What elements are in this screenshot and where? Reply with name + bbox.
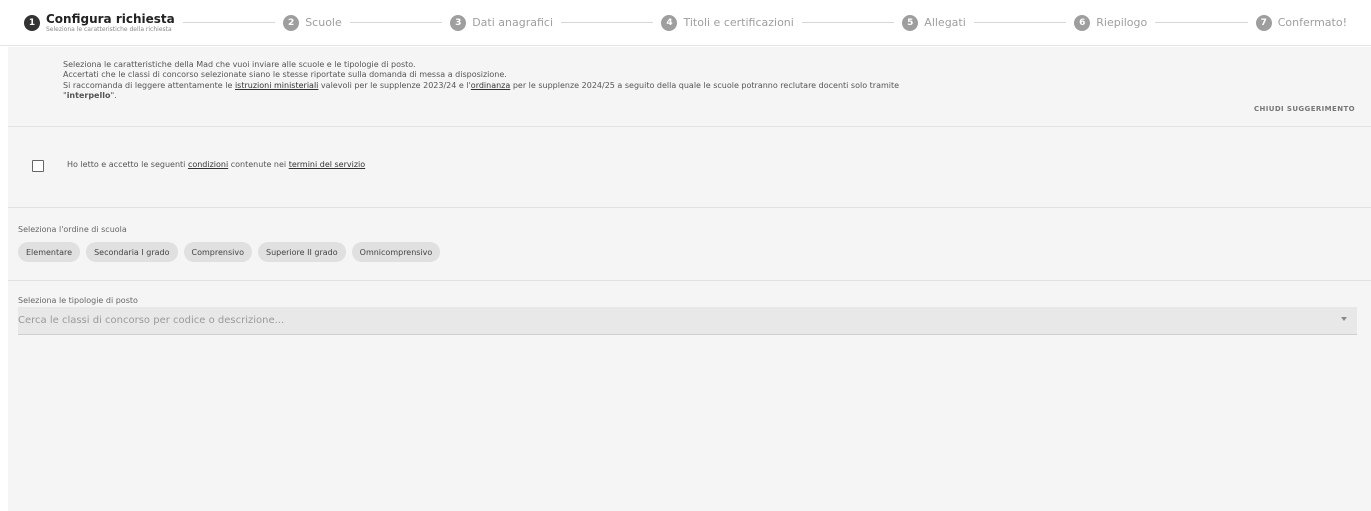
step-connector xyxy=(349,22,443,23)
terms-text-segment: contenute nei xyxy=(228,160,289,169)
step-label: Dati anagrafici xyxy=(472,16,554,29)
main-content: Seleziona le caratteristiche della Mad c… xyxy=(8,47,1371,511)
hint-text-segment: ". xyxy=(110,90,117,100)
step-number: 2 xyxy=(283,14,300,31)
hint-line: Si raccomanda di leggere attentamente le… xyxy=(63,81,1203,91)
step-connector xyxy=(801,22,895,23)
ordinanza-link[interactable]: ordinanza xyxy=(471,81,511,90)
hint-text: Seleziona le caratteristiche della Mad c… xyxy=(63,60,1203,101)
step-scuole[interactable]: 2 Scuole xyxy=(283,14,342,31)
step-connector xyxy=(182,22,276,23)
close-hint-button[interactable]: CHIUDI SUGGERIMENTO xyxy=(1254,105,1355,113)
step-riepilogo[interactable]: 6 Riepilogo xyxy=(1074,14,1148,31)
step-titoli-certificazioni[interactable]: 4 Titoli e certificazioni xyxy=(661,14,794,31)
step-label: Configura richiesta xyxy=(46,12,175,26)
hint-panel: Seleziona le caratteristiche della Mad c… xyxy=(8,47,1371,127)
hint-text-segment: Si raccomanda di leggere attentamente le xyxy=(63,80,235,90)
istruzioni-ministeriali-link[interactable]: istruzioni ministeriali xyxy=(235,81,318,90)
post-type-label: Seleziona le tipologie di posto xyxy=(18,296,138,305)
chip-secondaria-i-grado[interactable]: Secondaria I grado xyxy=(86,242,178,262)
terms-text-segment: Ho letto e accetto le seguenti xyxy=(67,160,188,169)
terms-label: Ho letto e accetto le seguenti condizion… xyxy=(67,160,365,169)
step-number: 1 xyxy=(24,14,40,31)
hint-text-segment: valevoli per le supplenze 2023/24 e l' xyxy=(318,80,471,90)
accept-terms-checkbox[interactable] xyxy=(32,160,44,172)
hint-line: Seleziona le caratteristiche della Mad c… xyxy=(63,60,416,69)
hint-line: Accertati che le classi di concorso sele… xyxy=(63,70,507,80)
step-label: Confermato! xyxy=(1277,16,1347,29)
terms-section: Ho letto e accetto le seguenti condizion… xyxy=(8,127,1371,208)
step-number: 6 xyxy=(1074,14,1091,31)
stepper: 1 Configura richiesta Seleziona le carat… xyxy=(0,0,1371,46)
post-type-section: Seleziona le tipologie di posto Cerca le… xyxy=(8,281,1371,381)
hint-line: "interpello". xyxy=(63,91,1203,101)
chip-comprensivo[interactable]: Comprensivo xyxy=(183,242,252,262)
chevron-down-icon[interactable] xyxy=(1341,317,1347,321)
hint-text-segment: per le supplenze 2024/25 a seguito della… xyxy=(510,80,900,90)
school-order-chips: Elementare Secondaria I grado Comprensiv… xyxy=(18,242,441,262)
condizioni-link[interactable]: condizioni xyxy=(188,160,228,169)
step-confermato[interactable]: 7 Confermato! xyxy=(1255,14,1347,31)
step-connector xyxy=(561,22,654,23)
termini-servizio-link[interactable]: termini del servizio xyxy=(289,160,365,169)
step-connector xyxy=(1155,22,1248,23)
step-number: 3 xyxy=(450,14,467,31)
step-label: Titoli e certificazioni xyxy=(683,16,794,29)
step-sublabel: Seleziona le caratteristiche della richi… xyxy=(46,26,172,33)
post-type-placeholder: Cerca le classi di concorso per codice o… xyxy=(18,315,285,326)
chip-omnicomprensivo[interactable]: Omnicomprensivo xyxy=(351,242,441,262)
chip-superiore-ii-grado[interactable]: Superiore II grado xyxy=(258,242,346,262)
step-number: 4 xyxy=(661,14,678,31)
step-number: 5 xyxy=(902,14,919,31)
school-order-label: Seleziona l'ordine di scuola xyxy=(18,225,127,234)
chip-elementare[interactable]: Elementare xyxy=(18,242,81,262)
post-type-select[interactable]: Cerca le classi di concorso per codice o… xyxy=(18,307,1357,335)
step-dati-anagrafici[interactable]: 3 Dati anagrafici xyxy=(450,14,554,31)
step-configura-richiesta[interactable]: 1 Configura richiesta Seleziona le carat… xyxy=(24,12,175,33)
school-order-section: Seleziona l'ordine di scuola Elementare … xyxy=(8,208,1371,281)
step-label: Riepilogo xyxy=(1096,16,1148,29)
step-connector xyxy=(973,22,1067,23)
interpello-emphasis: interpello xyxy=(66,90,111,100)
step-label: Allegati xyxy=(924,16,966,29)
step-number: 7 xyxy=(1255,14,1272,31)
step-allegati[interactable]: 5 Allegati xyxy=(902,14,966,31)
step-label: Scuole xyxy=(305,16,342,29)
